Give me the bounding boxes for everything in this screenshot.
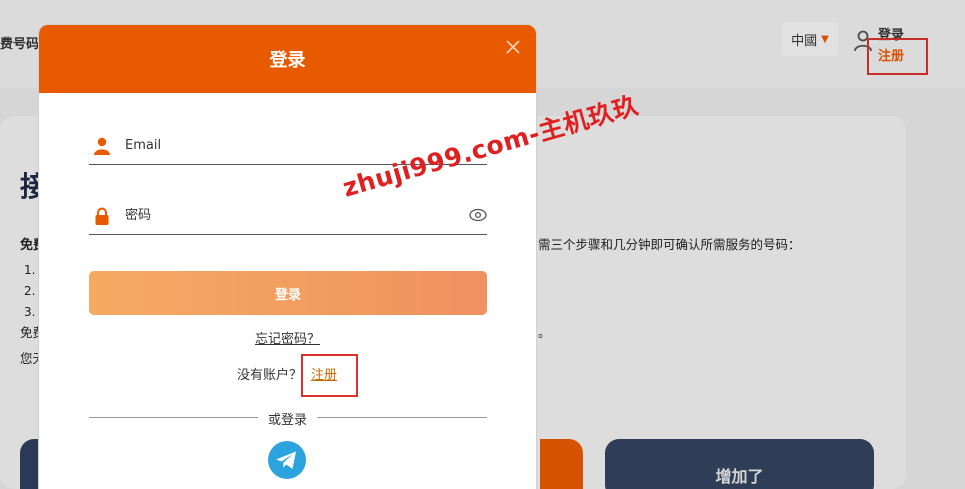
- or-login-label: 或登录: [257, 413, 317, 428]
- telegram-icon[interactable]: [267, 440, 307, 480]
- modal-header: 登录: [39, 25, 536, 93]
- forgot-password-row: 忘记密码？: [39, 328, 536, 347]
- login-button[interactable]: 登录: [89, 271, 487, 315]
- forgot-password-link[interactable]: 忘记密码？: [255, 332, 320, 347]
- lock-icon: [95, 207, 109, 225]
- eye-icon[interactable]: [469, 208, 487, 222]
- modal-title: 登录: [269, 50, 306, 71]
- login-modal: 登录 登录 忘记密码？ 没有账户？ 注册 或登录: [38, 24, 537, 489]
- highlight-box-register: [301, 354, 358, 397]
- user-icon: [94, 137, 110, 155]
- or-login-row: 或登录: [39, 409, 536, 428]
- password-input[interactable]: [125, 208, 487, 223]
- password-field[interactable]: [89, 197, 487, 235]
- no-account-text: 没有账户？: [237, 368, 303, 383]
- close-icon[interactable]: [504, 38, 522, 56]
